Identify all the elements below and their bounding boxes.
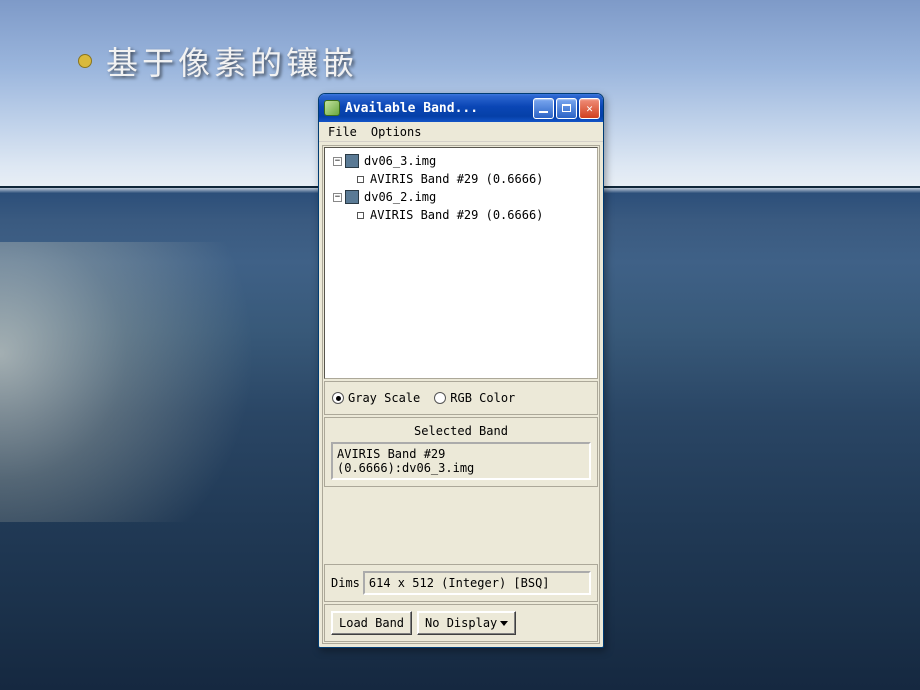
maximize-icon (562, 104, 571, 112)
menu-file[interactable]: File (323, 124, 362, 140)
image-file-icon (345, 190, 359, 204)
close-button[interactable] (579, 98, 600, 119)
display-mode-group: Gray Scale RGB Color (324, 381, 598, 415)
slide-bullet-row: 基于像素的镶嵌 (78, 38, 358, 84)
slide-bullet-text: 基于像素的镶嵌 (106, 38, 358, 84)
selected-band-title: Selected Band (331, 424, 591, 442)
collapse-icon[interactable]: − (333, 193, 342, 202)
image-file-icon (345, 154, 359, 168)
available-bands-window: Available Band... File Options − dv06_3.… (318, 93, 604, 648)
menubar: File Options (319, 122, 603, 142)
dims-label: Dims (331, 576, 360, 590)
menu-options[interactable]: Options (366, 124, 427, 140)
radio-selected-icon (332, 392, 344, 404)
display-select-label: No Display (425, 616, 497, 630)
app-icon (324, 100, 340, 116)
tree-band-label: AVIRIS Band #29 (0.6666) (370, 208, 543, 222)
tree-band-label: AVIRIS Band #29 (0.6666) (370, 172, 543, 186)
band-bullet-icon (357, 176, 364, 183)
content-frame: − dv06_3.img AVIRIS Band #29 (0.6666) − … (322, 145, 600, 644)
window-title: Available Band... (345, 101, 533, 116)
tree-band-node[interactable]: AVIRIS Band #29 (0.6666) (327, 206, 595, 224)
tree-file-node[interactable]: − dv06_3.img (327, 152, 595, 170)
selected-band-group: Selected Band AVIRIS Band #29 (0.6666):d… (324, 417, 598, 487)
display-select-button[interactable]: No Display (417, 611, 516, 635)
bullet-icon (78, 54, 92, 68)
minimize-button[interactable] (533, 98, 554, 119)
load-band-label: Load Band (339, 616, 404, 630)
radio-rgb-label: RGB Color (450, 391, 515, 405)
band-tree[interactable]: − dv06_3.img AVIRIS Band #29 (0.6666) − … (324, 147, 598, 379)
button-row: Load Band No Display (324, 604, 598, 642)
radio-rgb-color[interactable]: RGB Color (434, 391, 515, 405)
tree-file-node[interactable]: − dv06_2.img (327, 188, 595, 206)
sun-flare (0, 242, 320, 522)
minimize-icon (539, 111, 548, 113)
selected-band-value: AVIRIS Band #29 (0.6666):dv06_3.img (331, 442, 591, 480)
dims-value: 614 x 512 (Integer) [BSQ] (363, 571, 591, 595)
load-band-button[interactable]: Load Band (331, 611, 412, 635)
maximize-button[interactable] (556, 98, 577, 119)
radio-gray-scale[interactable]: Gray Scale (332, 391, 420, 405)
spacer (323, 488, 599, 563)
dims-group: Dims 614 x 512 (Integer) [BSQ] (324, 564, 598, 602)
radio-gray-label: Gray Scale (348, 391, 420, 405)
radio-unselected-icon (434, 392, 446, 404)
band-bullet-icon (357, 212, 364, 219)
titlebar[interactable]: Available Band... (319, 94, 603, 122)
collapse-icon[interactable]: − (333, 157, 342, 166)
tree-band-node[interactable]: AVIRIS Band #29 (0.6666) (327, 170, 595, 188)
tree-file-label: dv06_3.img (364, 154, 436, 168)
chevron-down-icon (500, 621, 508, 626)
tree-file-label: dv06_2.img (364, 190, 436, 204)
